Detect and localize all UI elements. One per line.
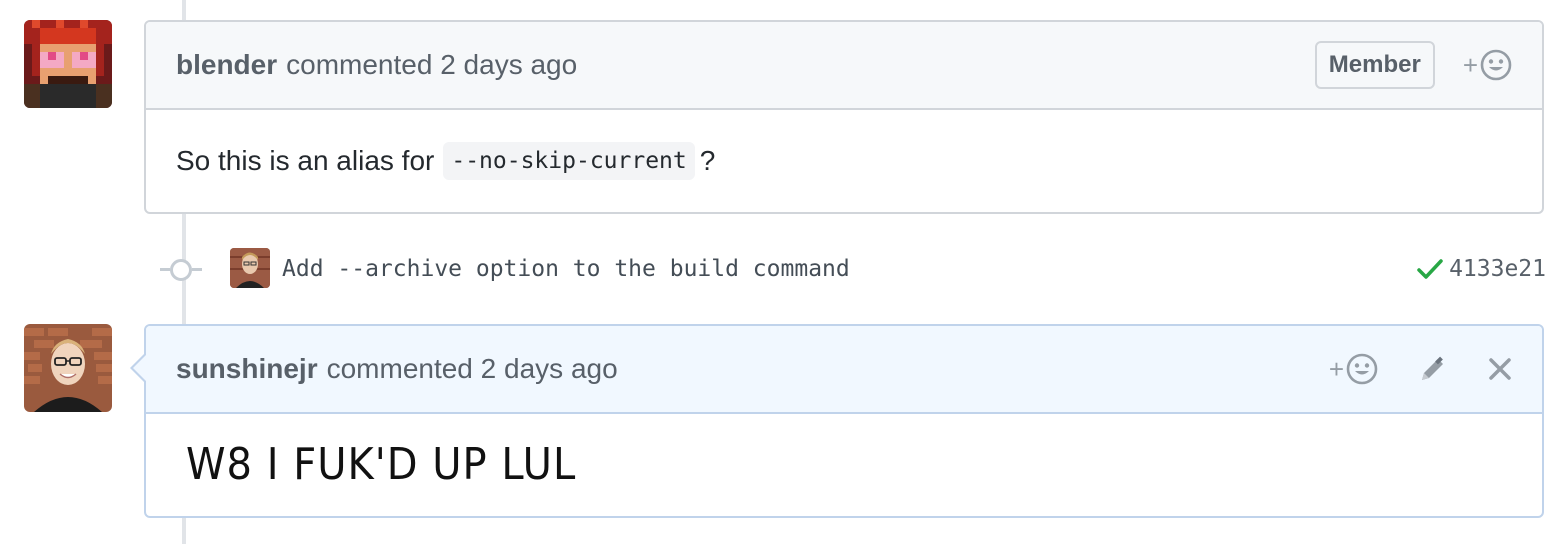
delete-comment-button[interactable]	[1488, 357, 1512, 381]
comment-header: sunshinejr commented 2 days ago +	[146, 326, 1542, 414]
commit-status: 4133e21	[1417, 256, 1546, 282]
x-icon	[1489, 358, 1511, 380]
comment-author[interactable]: blender	[176, 49, 277, 81]
check-icon[interactable]	[1417, 257, 1443, 281]
smiley-icon	[1480, 49, 1512, 81]
comment-author[interactable]: sunshinejr	[176, 353, 318, 385]
comment-actions: +	[1329, 326, 1512, 412]
pencil-icon	[1422, 356, 1443, 380]
comment-timestamp[interactable]: commented 2 days ago	[327, 353, 618, 385]
comment-timestamp[interactable]: commented 2 days ago	[286, 49, 577, 81]
commit-sha[interactable]: 4133e21	[1449, 256, 1546, 282]
smiley-icon	[1346, 353, 1378, 385]
commit-message[interactable]: Add --archive option to the build comman…	[282, 256, 850, 282]
comment-header: blender commented 2 days ago Member +	[146, 22, 1542, 110]
member-badge: Member	[1314, 41, 1435, 89]
inline-code: --no-skip-current	[443, 142, 695, 180]
timeline-line-bottom	[182, 518, 186, 544]
reaction-plus: +	[1328, 353, 1344, 384]
timeline-line-top	[182, 0, 186, 20]
comment-text: So this is an alias for	[176, 145, 435, 176]
comment-text: W8 I FUK'D UP LUL	[186, 440, 577, 490]
commit-line-right	[192, 268, 202, 271]
avatar-blender[interactable]	[24, 20, 112, 108]
comment-arrow-fill	[133, 354, 147, 382]
edit-comment-button[interactable]	[1418, 354, 1448, 384]
commit-author-avatar[interactable]	[230, 248, 270, 288]
commit-reference: Add --archive option to the build comman…	[160, 246, 1546, 294]
comment-sunshinejr: sunshinejr commented 2 days ago + W8 I F…	[130, 324, 1544, 518]
reaction-plus: +	[1462, 49, 1478, 80]
comment-blender: blender commented 2 days ago Member + So…	[144, 20, 1544, 214]
comment-actions: Member +	[1314, 22, 1512, 108]
avatar-sunshinejr[interactable]	[24, 324, 112, 412]
comment-body: W8 I FUK'D UP LUL	[146, 414, 1542, 516]
add-reaction-button[interactable]: +	[1463, 49, 1512, 81]
comment-text-suffix: ?	[699, 145, 716, 176]
commit-line-left	[160, 268, 170, 271]
commit-icon	[170, 259, 192, 281]
comment-body: So this is an alias for --no-skip-curren…	[146, 110, 1542, 212]
add-reaction-button[interactable]: +	[1329, 353, 1378, 385]
